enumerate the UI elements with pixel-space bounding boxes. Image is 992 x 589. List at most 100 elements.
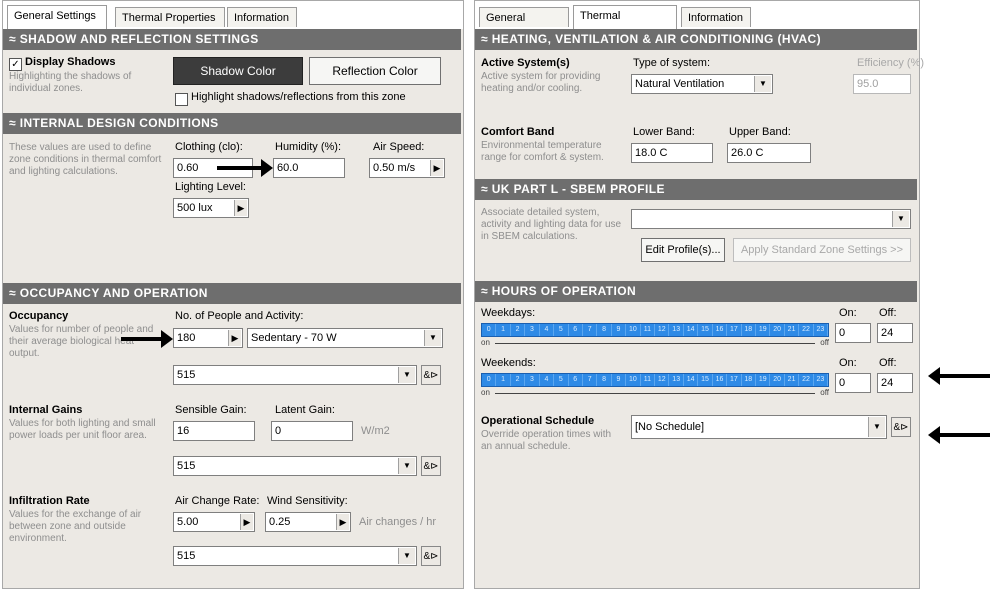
hour-cell[interactable]: 11	[641, 374, 656, 386]
hour-cell[interactable]: 15	[698, 374, 713, 386]
hour-cell[interactable]: 10	[626, 374, 641, 386]
air-change-rate-input[interactable]: 5.00 ▶	[173, 512, 255, 532]
chevron-down-icon[interactable]: ▼	[868, 417, 885, 437]
chevron-down-icon[interactable]: ▼	[398, 548, 415, 564]
chevron-down-icon[interactable]: ▼	[754, 76, 771, 92]
tab-thermal-properties[interactable]: Thermal Properties	[573, 5, 677, 42]
hour-cell[interactable]: 11	[641, 324, 656, 336]
activity-select[interactable]: Sedentary - 70 W ▼	[247, 328, 443, 348]
hour-cell[interactable]: 10	[626, 324, 641, 336]
upper-band-input[interactable]: 26.0 C	[727, 143, 811, 163]
air-change-spin-icon[interactable]: ▶	[240, 514, 253, 530]
hour-cell[interactable]: 19	[756, 324, 771, 336]
chevron-down-icon[interactable]: ▼	[398, 458, 415, 474]
hour-cell[interactable]: 12	[655, 374, 670, 386]
efficiency-input[interactable]: 95.0	[853, 74, 911, 94]
hour-cell[interactable]: 13	[669, 324, 684, 336]
hour-cell[interactable]: 0	[482, 324, 497, 336]
reflection-color-button[interactable]: Reflection Color	[309, 57, 441, 85]
hour-cell[interactable]: 2	[511, 374, 526, 386]
hour-cell[interactable]: 8	[597, 324, 612, 336]
hour-cell[interactable]: 16	[713, 374, 728, 386]
hour-cell[interactable]: 22	[799, 324, 814, 336]
hour-cell[interactable]: 4	[540, 374, 555, 386]
tab-general-settings[interactable]: General Settings	[7, 5, 107, 29]
hour-cell[interactable]: 17	[727, 374, 742, 386]
weekends-hours-bar[interactable]: 0 1 2 3 4 5 6 7 8 9 10 11 12 13 14 15 16 17 18 19 20 21 22 23	[481, 373, 829, 387]
people-input[interactable]: 180 ▶	[173, 328, 243, 348]
lighting-spin-icon[interactable]: ▶	[234, 200, 247, 216]
hour-cell[interactable]: 16	[713, 324, 728, 336]
hour-cell[interactable]: 9	[612, 374, 627, 386]
tab-general-settings[interactable]: General Settings	[479, 7, 569, 44]
hour-cell[interactable]: 1	[496, 374, 511, 386]
hour-cell[interactable]: 14	[684, 374, 699, 386]
hour-cell[interactable]: 13	[669, 374, 684, 386]
display-shadows-checkbox[interactable]: ✓	[9, 58, 22, 71]
hour-cell[interactable]: 5	[554, 324, 569, 336]
gains-schedule-select[interactable]: 515 ▼	[173, 456, 417, 476]
edit-profiles-button[interactable]: Edit Profile(s)...	[641, 238, 725, 262]
hour-cell[interactable]: 23	[814, 324, 829, 336]
hour-cell[interactable]: 12	[655, 324, 670, 336]
latent-gain-input[interactable]: 0	[271, 421, 353, 441]
hour-cell[interactable]: 21	[785, 324, 800, 336]
edit-schedule-icon[interactable]: &⊳	[421, 365, 441, 385]
hour-cell[interactable]: 14	[684, 324, 699, 336]
weekends-off-input[interactable]: 24	[877, 373, 913, 393]
hour-cell[interactable]: 3	[525, 374, 540, 386]
system-type-select[interactable]: Natural Ventilation ▼	[631, 74, 773, 94]
hour-cell[interactable]: 1	[496, 324, 511, 336]
hour-cell[interactable]: 6	[569, 374, 583, 386]
hour-cell[interactable]: 4	[540, 324, 555, 336]
hour-cell[interactable]: 8	[597, 374, 612, 386]
edit-schedule-icon[interactable]: &⊳	[891, 417, 911, 437]
air-speed-spin-icon[interactable]: ▶	[430, 160, 443, 176]
people-spin-icon[interactable]: ▶	[228, 330, 241, 346]
hour-cell[interactable]: 17	[727, 324, 742, 336]
hour-cell[interactable]: 2	[511, 324, 526, 336]
highlight-checkbox[interactable]	[175, 93, 188, 106]
hour-cell[interactable]: 6	[569, 324, 583, 336]
lower-band-input[interactable]: 18.0 C	[631, 143, 713, 163]
weekends-on-input[interactable]: 0	[835, 373, 871, 393]
tab-thermal-properties[interactable]: Thermal Properties	[115, 7, 225, 27]
chevron-down-icon[interactable]: ▼	[398, 367, 415, 383]
edit-schedule-icon[interactable]: &⊳	[421, 546, 441, 566]
weekdays-hours-bar[interactable]: 0 1 2 3 4 5 6 7 8 9 10 11 12 13 14 15 16 17 18 19 20 21 22 23	[481, 323, 829, 337]
lighting-input[interactable]: 500 lux ▶	[173, 198, 249, 218]
chevron-down-icon[interactable]: ▼	[424, 330, 441, 346]
infiltration-schedule-select[interactable]: 515 ▼	[173, 546, 417, 566]
shadow-color-button[interactable]: Shadow Color	[173, 57, 303, 85]
hour-cell[interactable]: 20	[770, 374, 785, 386]
hour-cell[interactable]: 5	[554, 374, 569, 386]
apply-standard-zone-button[interactable]: Apply Standard Zone Settings >>	[733, 238, 911, 262]
weekdays-off-input[interactable]: 24	[877, 323, 913, 343]
tab-information[interactable]: Information	[681, 7, 751, 27]
hour-cell[interactable]: 18	[742, 374, 757, 386]
sensible-gain-input[interactable]: 16	[173, 421, 255, 441]
hour-cell[interactable]: 22	[799, 374, 814, 386]
sbem-profile-select[interactable]: ▼	[631, 209, 911, 229]
wind-spin-icon[interactable]: ▶	[336, 514, 349, 530]
hour-cell[interactable]: 7	[583, 324, 598, 336]
hour-cell[interactable]: 19	[756, 374, 771, 386]
operational-schedule-select[interactable]: [No Schedule] ▼	[631, 415, 887, 439]
tab-information[interactable]: Information	[227, 7, 297, 27]
hour-cell[interactable]: 15	[698, 324, 713, 336]
air-speed-input[interactable]: 0.50 m/s ▶	[369, 158, 445, 178]
humidity-input[interactable]: 60.0	[273, 158, 345, 178]
hour-cell[interactable]: 23	[814, 374, 829, 386]
hour-cell[interactable]: 9	[612, 324, 627, 336]
weekdays-on-input[interactable]: 0	[835, 323, 871, 343]
wind-sensitivity-input[interactable]: 0.25 ▶	[265, 512, 351, 532]
hour-cell[interactable]: 18	[742, 324, 757, 336]
occupancy-schedule-select[interactable]: 515 ▼	[173, 365, 417, 385]
chevron-down-icon[interactable]: ▼	[892, 211, 909, 227]
hour-cell[interactable]: 21	[785, 374, 800, 386]
hour-cell[interactable]: 0	[482, 374, 497, 386]
edit-schedule-icon[interactable]: &⊳	[421, 456, 441, 476]
hour-cell[interactable]: 7	[583, 374, 598, 386]
hour-cell[interactable]: 20	[770, 324, 785, 336]
hour-cell[interactable]: 3	[525, 324, 540, 336]
